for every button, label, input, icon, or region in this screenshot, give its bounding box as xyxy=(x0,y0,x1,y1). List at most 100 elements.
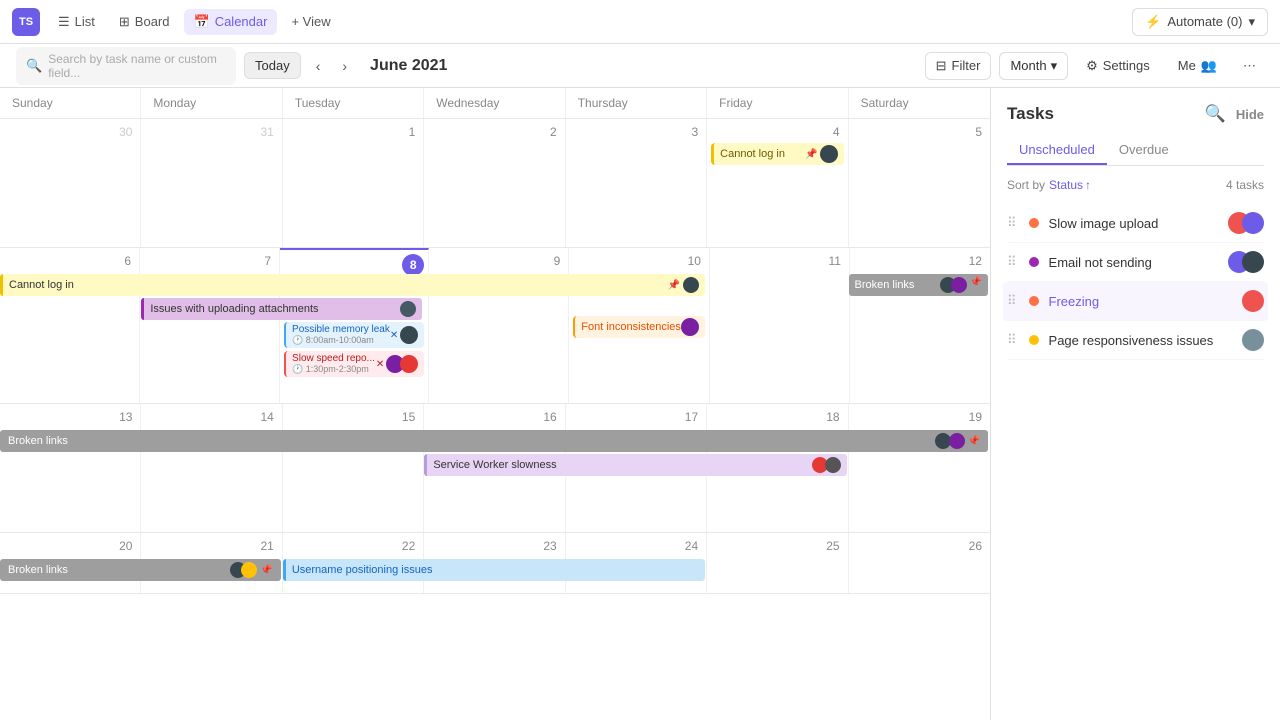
span-broken-links[interactable]: Broken links 📌 xyxy=(849,274,988,296)
pin-icon: 📌 xyxy=(968,436,980,447)
task-status-dot xyxy=(1029,218,1039,228)
sort-status-link[interactable]: Status ↑ xyxy=(1049,178,1091,192)
date-label: 19 xyxy=(853,408,986,426)
more-options-button[interactable]: ⋯ xyxy=(1235,53,1264,79)
task-assignees xyxy=(1228,251,1264,273)
drag-handle[interactable]: ⠿ xyxy=(1007,293,1017,309)
task-name: Freezing xyxy=(1049,294,1232,309)
cal-cell-jun6[interactable]: 6 xyxy=(0,248,140,403)
cal-cell-jun7[interactable]: 7 xyxy=(140,248,280,403)
date-label: 1 xyxy=(287,123,419,141)
close-icon[interactable]: ✕ xyxy=(390,330,398,341)
drag-handle[interactable]: ⠿ xyxy=(1007,215,1017,231)
drag-handle[interactable]: ⠿ xyxy=(1007,332,1017,348)
automate-button[interactable]: ⚡ Automate (0) ▾ xyxy=(1132,8,1268,36)
pin-icon: 📌 xyxy=(260,565,272,576)
date-label: 22 xyxy=(287,537,419,555)
drag-handle[interactable]: ⠿ xyxy=(1007,254,1017,270)
cal-cell-jun9[interactable]: 9 xyxy=(429,248,569,403)
cal-cell-jun2[interactable]: 2 xyxy=(424,119,565,247)
day-header-tuesday: Tuesday xyxy=(283,88,424,118)
today-button[interactable]: Today xyxy=(244,52,301,79)
pin-icon: 📌 xyxy=(668,280,680,291)
cal-cell-jun12[interactable]: 12 xyxy=(850,248,990,403)
pin-icon: 📌 xyxy=(970,277,982,293)
cal-cell-jun19[interactable]: 19 xyxy=(849,404,990,532)
cal-cell-jun10[interactable]: 10 Font inconsistencies xyxy=(569,248,710,403)
cal-cell-jun13[interactable]: 13 xyxy=(0,404,141,532)
cal-cell-jun11[interactable]: 11 xyxy=(710,248,850,403)
settings-icon: ⚙ xyxy=(1086,58,1098,74)
filter-button[interactable]: ⊟ Filter xyxy=(925,52,992,80)
sort-up-icon: ↑ xyxy=(1085,178,1091,192)
search-box[interactable]: 🔍 Search by task name or custom field... xyxy=(16,47,236,85)
day-header-saturday: Saturday xyxy=(849,88,990,118)
date-label: 18 xyxy=(711,408,843,426)
span-cannot-log-in[interactable]: Cannot log in 📌 xyxy=(0,274,705,296)
calendar-week-1: 30 31 1 2 3 4 xyxy=(0,119,990,248)
task-assignees xyxy=(1242,290,1264,312)
task-status-dot xyxy=(1029,257,1039,267)
event-cannot-log-in[interactable]: Cannot log in 📌 xyxy=(711,143,843,165)
cal-cell-jun5[interactable]: 5 xyxy=(849,119,990,247)
chevron-down-icon: ▾ xyxy=(1248,14,1255,30)
date-label: 24 xyxy=(570,537,702,555)
cal-cell-jun3[interactable]: 3 xyxy=(566,119,707,247)
cal-cell-jun14[interactable]: 14 xyxy=(141,404,282,532)
tasks-hide-button[interactable]: Hide xyxy=(1236,107,1264,122)
sort-by-label: Sort by xyxy=(1007,178,1045,192)
month-selector[interactable]: Month ▾ xyxy=(999,52,1068,80)
settings-button[interactable]: ⚙ Settings xyxy=(1076,53,1160,79)
span-broken-links-w3[interactable]: Broken links 📌 xyxy=(0,430,988,452)
cal-cell-may30[interactable]: 30 xyxy=(0,119,141,247)
app-icon: TS xyxy=(12,8,40,36)
nav-list[interactable]: ☰ List xyxy=(48,9,105,35)
event-font-inconsistencies[interactable]: Font inconsistencies xyxy=(573,316,705,338)
span-broken-links-w4[interactable]: Broken links 📌 xyxy=(0,559,281,581)
cal-cell-jun1[interactable]: 1 xyxy=(283,119,424,247)
day-header-friday: Friday xyxy=(707,88,848,118)
board-icon: ⊞ xyxy=(119,14,130,30)
tasks-search-icon[interactable]: 🔍 xyxy=(1205,104,1226,124)
nav-calendar[interactable]: 📅 Calendar xyxy=(184,9,278,35)
task-status-dot xyxy=(1029,335,1039,345)
event-avatar-2 xyxy=(400,355,418,373)
tasks-sort-bar: Sort by Status ↑ 4 tasks xyxy=(1007,178,1264,192)
cal-cell-jun25[interactable]: 25 xyxy=(707,533,848,593)
date-label: 3 xyxy=(570,123,702,141)
span-username-positioning[interactable]: Username positioning issues xyxy=(283,559,705,581)
span-service-worker[interactable]: Service Worker slowness xyxy=(424,454,846,476)
date-label: 30 xyxy=(4,123,136,141)
task-item-4: ⠿ Page responsiveness issues xyxy=(1007,321,1264,360)
calendar-week-2: 6 7 8 Possible memory leak 🕐 8:00am-1 xyxy=(0,248,990,404)
date-label: 17 xyxy=(570,408,702,426)
cal-cell-jun8[interactable]: 8 Possible memory leak 🕐 8:00am-10:00am … xyxy=(280,248,429,403)
cal-cell-jun15[interactable]: 15 xyxy=(283,404,424,532)
day-header-monday: Monday xyxy=(141,88,282,118)
close-icon[interactable]: ✕ xyxy=(376,359,384,370)
me-filter-button[interactable]: Me 👥 xyxy=(1168,53,1227,79)
tab-overdue[interactable]: Overdue xyxy=(1107,136,1181,165)
tab-unscheduled[interactable]: Unscheduled xyxy=(1007,136,1107,165)
calendar-week-3: 13 14 15 16 17 18 xyxy=(0,404,990,533)
chevron-down-icon: ▾ xyxy=(1051,58,1058,74)
event-memory-leak[interactable]: Possible memory leak 🕐 8:00am-10:00am ✕ xyxy=(284,322,424,348)
event-avatar-2 xyxy=(825,457,841,473)
event-avatar-2 xyxy=(949,433,965,449)
task-status-dot xyxy=(1029,296,1039,306)
next-month-button[interactable]: › xyxy=(335,53,354,79)
date-label: 2 xyxy=(428,123,560,141)
event-slow-speed[interactable]: Slow speed repo... 🕐 1:30pm-2:30pm ✕ xyxy=(284,351,424,377)
cal-cell-may31[interactable]: 31 xyxy=(141,119,282,247)
cal-cell-jun4[interactable]: 4 Cannot log in 📌 xyxy=(707,119,848,247)
nav-board[interactable]: ⊞ Board xyxy=(109,9,180,35)
cal-cell-jun26[interactable]: 26 xyxy=(849,533,990,593)
add-view-button[interactable]: + View xyxy=(281,9,340,34)
people-icon: 👥 xyxy=(1201,58,1217,74)
event-avatar xyxy=(400,301,416,317)
task-avatar-2 xyxy=(1242,251,1264,273)
span-upload-issues[interactable]: Issues with uploading attachments xyxy=(141,298,422,320)
prev-month-button[interactable]: ‹ xyxy=(309,53,328,79)
event-avatar-2 xyxy=(951,277,967,293)
date-label: 11 xyxy=(714,252,845,270)
